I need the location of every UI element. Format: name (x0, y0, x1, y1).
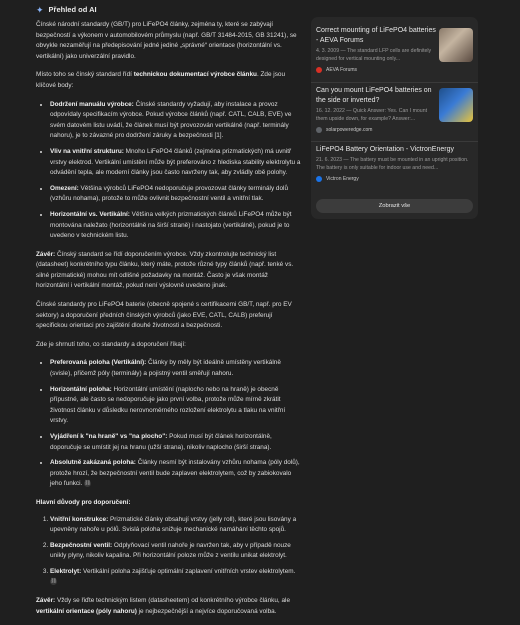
sources-panel: Correct mounting of LiFePO4 batteries - … (311, 17, 478, 219)
recommendations-list: Preferovaná poloha (Vertikální): Články … (36, 358, 302, 490)
source-thumbnail[interactable] (439, 28, 473, 62)
key-points-list: Dodržení manuálu výrobce: Čínské standar… (36, 100, 302, 242)
list-item: Bezpečnostní ventil: Odplyňovací ventil … (50, 541, 302, 562)
ai-overview-header: ✦ Přehled od AI (36, 5, 97, 16)
list-item: Omezení: Většina výrobců LiFePO4 nedopor… (50, 184, 302, 205)
standards-paragraph: Čínské standardy pro LiFePO4 baterie (ob… (36, 301, 292, 330)
list-item: Vnitřní konstrukce: Prizmatické články o… (50, 515, 302, 536)
intro-paragraph: Čínské národní standardy (GB/T) pro LiFe… (36, 21, 297, 60)
source-title[interactable]: LiFePO4 Battery Orientation - VictronEne… (316, 145, 473, 155)
list-item: Dodržení manuálu výrobce: Čínské standar… (50, 100, 302, 142)
summary-intro: Zde je shrnutí toho, co standardy a dopo… (36, 340, 186, 348)
source-card[interactable]: Can you mount LiFePO4 batteries on the s… (311, 83, 478, 143)
reasons-list: Vnitřní konstrukce: Prizmatické články o… (36, 515, 302, 589)
source-thumbnail[interactable] (439, 87, 473, 122)
list-item: Horizontální vs. Vertikální: Většina vel… (50, 210, 302, 242)
link-icon[interactable]: ⛓ (84, 480, 92, 488)
sparkle-icon: ✦ (36, 4, 44, 15)
show-all-button[interactable]: Zobrazit vše (316, 198, 473, 213)
source-snippet: 21. 6. 2023 — The battery must be mounte… (316, 157, 469, 172)
list-item: Preferovaná poloha (Vertikální): Články … (50, 358, 302, 379)
list-item: Absolutně zakázaná poloha: Články nesmí … (50, 458, 302, 490)
source-title[interactable]: Can you mount LiFePO4 batteries on the s… (316, 86, 438, 106)
source-snippet: 16. 12. 2022 — Quick Answer: Yes. Can I … (316, 107, 428, 122)
source-site: AEVA Forums (316, 65, 438, 76)
favicon-icon (316, 176, 322, 183)
conclusion-paragraph: Závěr: Čínský standard se řídí doporučen… (36, 250, 294, 290)
list-item: Vliv na vnitřní strukturu: Mnoho LiFePO4… (50, 147, 302, 179)
ai-overview-title: Přehled od AI (48, 5, 97, 14)
list-item: Horizontální poloha: Horizontální umístě… (50, 385, 302, 427)
ai-overview-content: Čínské národní standardy (GB/T) pro LiFe… (36, 20, 302, 625)
link-icon[interactable]: ⛓ (50, 578, 57, 586)
source-card[interactable]: Correct mounting of LiFePO4 batteries - … (311, 23, 478, 83)
final-conclusion: Závěr: Vždy se řiďte technickým listem (… (36, 597, 290, 615)
source-card[interactable]: LiFePO4 Battery Orientation - VictronEne… (311, 142, 478, 191)
list-item: Vyjádření k "na hraně" vs "na plocho": P… (50, 432, 302, 453)
key-points-intro: Místo toho se čínský standard řídí techn… (36, 71, 285, 89)
favicon-icon (316, 126, 322, 133)
source-title[interactable]: Correct mounting of LiFePO4 batteries - … (316, 26, 438, 46)
favicon-icon (316, 67, 322, 74)
list-item: Elektrolyt: Vertikální poloha zajišťuje … (50, 567, 302, 588)
source-site: Victron Energy (316, 174, 473, 185)
reasons-heading: Hlavní důvody pro doporučení: (36, 498, 131, 506)
source-snippet: 4. 3. 2009 — The standard LFP cells are … (316, 48, 432, 62)
source-site: solarpoweredge.com (316, 125, 438, 136)
